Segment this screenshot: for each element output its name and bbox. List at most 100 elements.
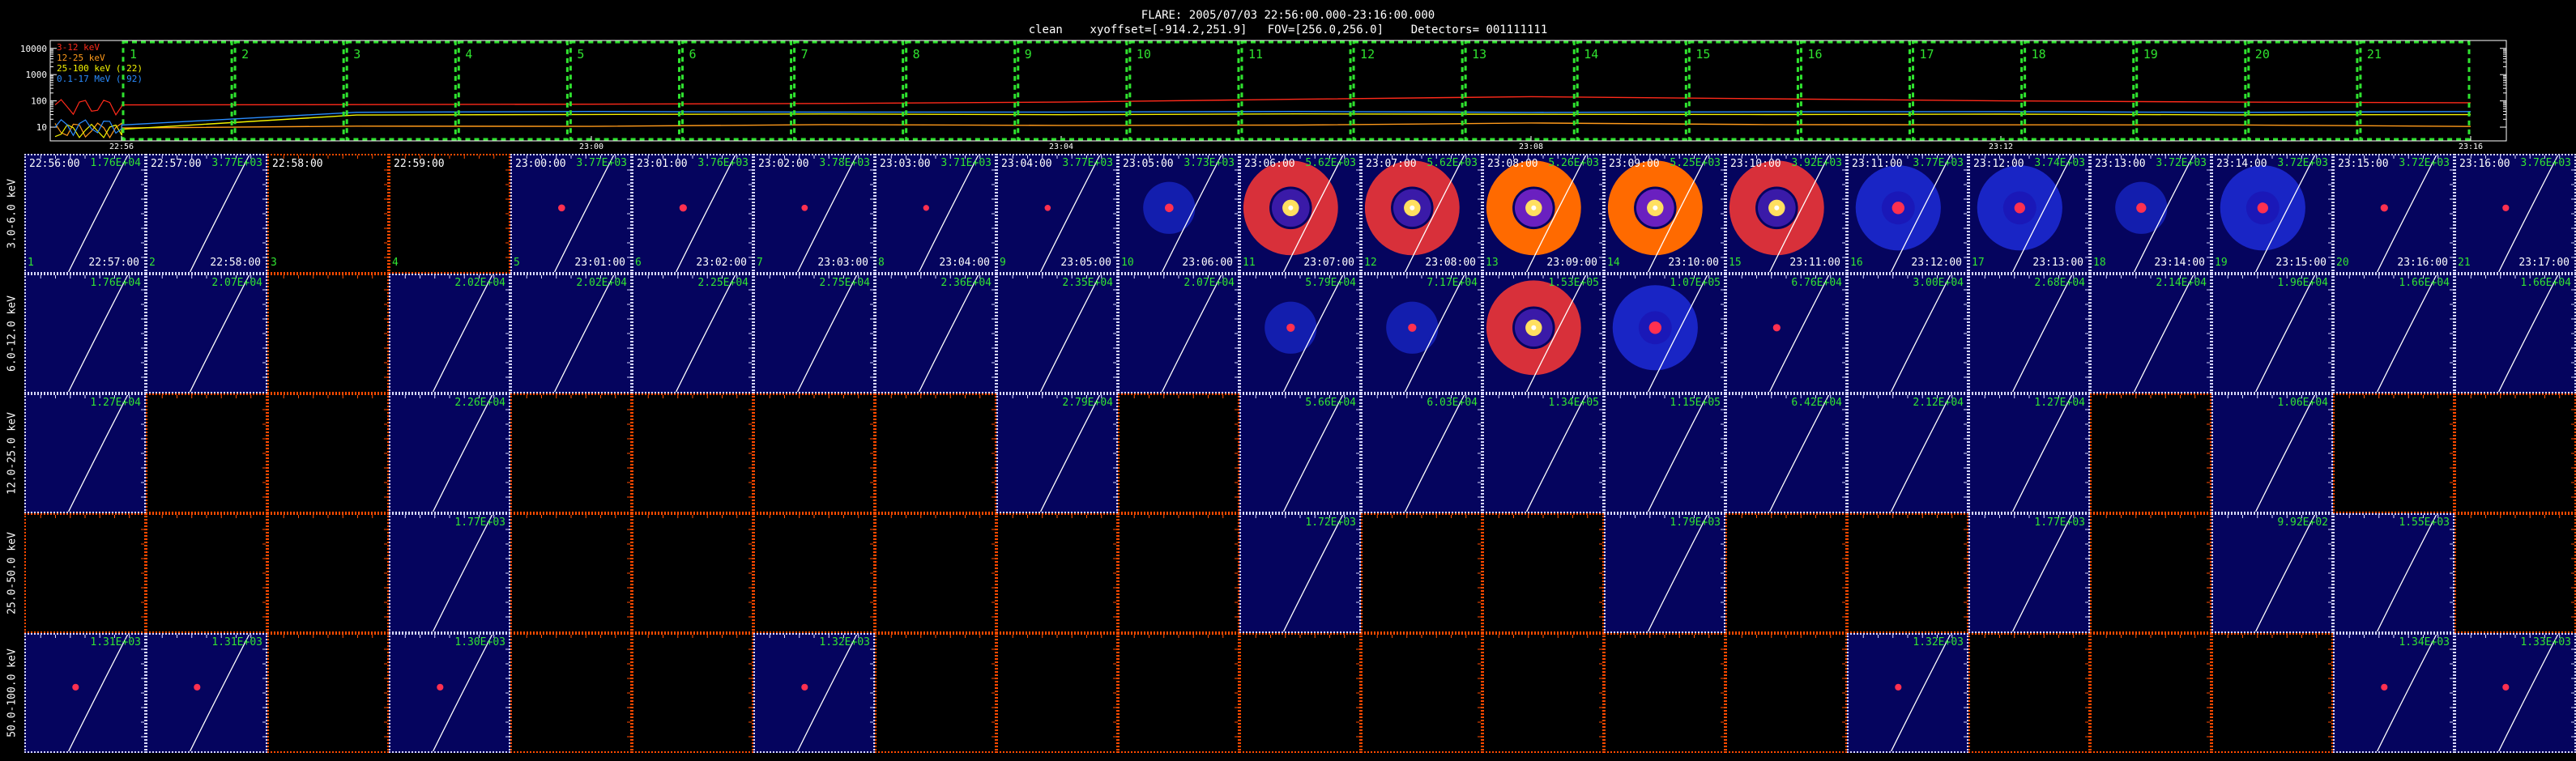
interval-end-time: 23:12:00 [1911,257,1962,269]
panel-image [1133,395,1238,498]
solar-limb [189,635,250,751]
image-panel [2333,393,2454,513]
image-panel: 23:03:00 23:04:00 8 3.71E+03 [875,154,996,274]
panel-image [1133,155,1238,272]
peak-value: 2.12E+04 [1913,397,1964,409]
interval-end-time: 23:04:00 [939,257,990,269]
solar-limb [1039,275,1101,392]
image-panel [1482,513,1604,633]
source-spot [2014,202,2025,214]
panel-image [283,155,387,258]
image-panel: 23:10:00 23:11:00 15 3.92E+03 [1725,154,1847,274]
panel-image [1255,275,1359,392]
image-panel: 1.77E+03 [1968,513,2090,633]
legend-entry: 0.1-17 MeV (-92) [57,74,143,84]
source-peak [1531,205,1537,210]
panel-image [2470,155,2574,272]
peak-value: 7.17E+04 [1427,277,1478,289]
peak-value: 3.71E+03 [940,157,992,169]
peak-value: 3.76E+03 [2520,157,2571,169]
peak-value: 1.27E+04 [90,397,141,409]
solar-limb [2011,275,2073,392]
peak-value: 3.78E+03 [819,157,870,169]
interval-label: 11 [1248,47,1263,62]
x-tick-label: 23:08 [1519,142,1543,149]
solar-limb [2497,635,2559,751]
image-panel [875,393,996,513]
image-panel: 1.31E+03 [24,633,146,753]
interval-end-time: 23:09:00 [1546,257,1597,269]
panel-image [404,635,509,751]
interval-number: 19 [2215,257,2228,269]
image-panel [24,513,146,633]
image-panel: 1.06E+04 [2211,393,2333,513]
image-panel: 2.35E+04 [996,274,1118,393]
panel-image [1012,395,1116,512]
source-spot [679,204,687,212]
source-spot [558,204,565,212]
solar-limb [2497,275,2559,392]
source-peak [1653,205,1658,210]
source-spot [1891,202,1904,215]
peak-value: 1.32E+03 [819,636,870,648]
interval-number: 12 [1364,257,1377,269]
peak-value: 2.02E+04 [454,277,505,289]
image-panel [267,633,389,753]
energy-band-text: 50.0-100.0 keV [6,648,19,738]
solar-limb [553,275,615,392]
panel-image [40,155,144,272]
solar-limb [67,275,129,392]
series-line [121,113,2472,130]
solar-limb [1161,275,1222,392]
peak-value: 6.42E+04 [1791,397,1842,409]
image-panel: 23:16:00 23:17:00 21 3.76E+03 [2454,154,2576,274]
peak-value: 5.26E+03 [1548,157,1599,169]
solar-limb [675,155,736,272]
peak-value: 1.77E+03 [454,517,505,529]
interval-start-time: 23:02:00 [758,158,809,170]
panel-image [1498,635,1602,738]
solar-limb [918,155,979,272]
legend-entry: 3-12 keV [57,42,100,53]
image-panel: 23:04:00 23:05:00 9 3.77E+03 [996,154,1118,274]
solar-limb [189,155,250,272]
panel-image [40,395,144,512]
image-panel: 1.27E+04 [1968,393,2090,513]
peak-value: 3.72E+03 [2399,157,2450,169]
peak-value: 2.36E+04 [940,277,992,289]
image-panel [632,393,753,513]
interval-label: 21 [2367,47,2382,62]
x-tick-label: 23:12 [1989,142,2013,149]
panel-image [2105,155,2210,272]
source-spot [2257,202,2268,214]
image-panel: 1.53E+05 [1482,274,1604,393]
source-spot [801,683,808,691]
panel-image [769,635,873,751]
image-panel: 6.03E+04 [1361,393,1482,513]
energy-band-text: 3.0-6.0 keV [6,178,19,249]
interval-end-time: 23:10:00 [1668,257,1719,269]
panel-image [1619,635,1724,738]
image-panel [2211,633,2333,753]
plot-header: FLARE: 2005/07/03 22:56:00.000-23:16:00.… [0,8,2576,37]
panel-image [1619,395,1724,512]
source-spot [2502,204,2510,211]
panel-image [2348,515,2453,631]
interval-end-time: 23:13:00 [2032,257,2083,269]
panel-image [161,275,266,392]
panel-image [2105,635,2210,738]
interval-label: 5 [577,47,584,62]
interval-number: 13 [1486,257,1499,269]
panel-image [1984,395,2088,512]
energy-band-label: 6.0-12.0 keV [0,274,24,393]
interval-label: 4 [465,47,472,62]
interval-end-time: 23:05:00 [1060,257,1111,269]
panel-image [1862,635,1967,751]
source-spot [1648,321,1661,334]
image-panel [875,513,996,633]
interval-start-time: 23:03:00 [880,158,931,170]
panel-image [1133,635,1238,738]
interval-start-time: 23:14:00 [2216,158,2267,170]
panel-image [283,275,387,378]
peak-value: 5.62E+03 [1427,157,1478,169]
